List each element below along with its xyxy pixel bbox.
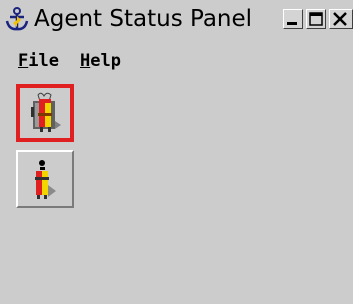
maximize-icon [309, 12, 323, 26]
menu-file[interactable]: File [18, 50, 59, 72]
menu-bar: File Help [0, 48, 353, 74]
agent-button[interactable] [16, 150, 74, 208]
agent-figure-icon [35, 160, 56, 199]
title-bar[interactable]: Agent Status Panel [0, 0, 353, 37]
close-button[interactable] [329, 9, 353, 29]
agent-gift-icon [31, 92, 61, 132]
menu-help[interactable]: Help [80, 50, 121, 72]
minimize-icon [287, 22, 297, 25]
window-title: Agent Status Panel [34, 6, 253, 32]
minimize-button[interactable] [283, 9, 303, 29]
maximize-button[interactable] [306, 9, 326, 29]
close-icon [333, 12, 347, 26]
agent-status-window: Agent Status Panel File Help [0, 0, 353, 304]
agent-button-selected[interactable] [16, 84, 74, 142]
anchor-icon[interactable] [4, 6, 30, 32]
